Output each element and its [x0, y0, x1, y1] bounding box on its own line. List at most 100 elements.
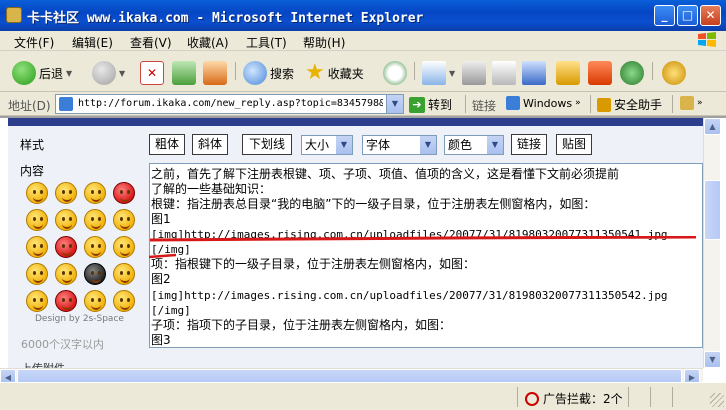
smiley-icon[interactable]	[55, 263, 77, 285]
messenger-icon	[620, 61, 644, 85]
print-button[interactable]	[462, 60, 486, 86]
close-button[interactable]: ✕	[700, 5, 721, 26]
size-select[interactable]: 大小 ▼	[301, 135, 353, 155]
underline-button[interactable]: 下划线	[242, 134, 292, 155]
refresh-button[interactable]	[172, 60, 196, 86]
safety-assistant-button[interactable]: 安全助手	[597, 96, 662, 113]
menu-edit[interactable]: 编辑(E)	[72, 34, 113, 51]
smiley-icon[interactable]	[26, 236, 48, 258]
download-button[interactable]	[588, 60, 612, 86]
edit-button[interactable]	[492, 60, 516, 86]
address-dropdown-icon[interactable]: ▼	[386, 95, 403, 113]
editor-line: 图3	[151, 333, 171, 347]
discuss-button[interactable]	[522, 60, 546, 86]
toolbar-separator	[652, 62, 653, 80]
chevron-down-icon: ▼	[449, 68, 456, 78]
mail-button[interactable]: ▼	[422, 60, 455, 86]
smiley-icon[interactable]	[55, 236, 77, 258]
bold-button[interactable]: 粗体	[149, 134, 185, 155]
go-button[interactable]: ➔ 转到	[409, 96, 452, 113]
forward-button[interactable]: ▼	[92, 60, 125, 86]
smiley-icon[interactable]	[55, 290, 77, 312]
lion-icon	[662, 61, 686, 85]
home-icon	[203, 61, 227, 85]
smiley-icon[interactable]	[55, 182, 77, 204]
red-underline-annotation	[149, 236, 697, 242]
content-textarea[interactable]: 之前，首先了解下注册表根键、项、子项、项值、值项的含义，这是看懂下文前必须提前 …	[149, 163, 703, 348]
font-select[interactable]: 字体 ▼	[362, 135, 437, 155]
address-input[interactable]: http://forum.ikaka.com/new_reply.asp?top…	[55, 94, 404, 114]
paste-image-button[interactable]: 贴图	[556, 134, 592, 155]
minimize-button[interactable]: _	[654, 5, 675, 26]
smiley-icon[interactable]	[113, 290, 135, 312]
home-button[interactable]	[203, 60, 227, 86]
url-text[interactable]: http://forum.ikaka.com/new_reply.asp?top…	[78, 98, 383, 109]
chevrons-icon: »	[575, 98, 581, 108]
status-separator	[628, 387, 629, 407]
smiley-icon[interactable]	[84, 209, 106, 231]
chevron-down-icon: ▼	[119, 68, 126, 78]
smiley-icon[interactable]	[84, 263, 106, 285]
toolbar-separator	[414, 62, 415, 80]
popup-blocker-status[interactable]: 广告拦截：2个	[525, 390, 623, 407]
smiley-icon[interactable]	[113, 236, 135, 258]
search-button[interactable]: 搜索	[243, 60, 294, 86]
rising-button[interactable]	[662, 60, 686, 86]
scroll-thumb[interactable]	[704, 180, 721, 240]
status-separator	[517, 387, 518, 407]
forward-arrow-icon	[92, 61, 116, 85]
smiley-icon[interactable]	[84, 236, 106, 258]
editor-line: 项：指根键下的一级子目录，位于注册表左侧窗格内，如图：	[151, 257, 476, 271]
smiley-icon[interactable]	[26, 182, 48, 204]
media-play-icon	[556, 61, 580, 85]
toolbar-app-icon	[680, 96, 694, 110]
smiley-icon[interactable]	[113, 182, 135, 204]
stop-button[interactable]: ✕	[140, 60, 164, 86]
vertical-scrollbar[interactable]: ▲ ▼	[703, 118, 721, 368]
print-icon	[462, 61, 486, 85]
menu-help[interactable]: 帮助(H)	[303, 34, 345, 51]
attachment-label: 上传附件	[21, 360, 65, 368]
link-button[interactable]: 链接	[511, 134, 547, 155]
color-select[interactable]: 颜色 ▼	[444, 135, 504, 155]
menu-favorites[interactable]: 收藏(A)	[187, 34, 229, 51]
chevron-down-icon: ▼	[336, 136, 352, 154]
editor-line: 图2	[151, 272, 171, 286]
link-windows[interactable]: Windows »	[506, 96, 581, 110]
scroll-down-icon[interactable]: ▼	[704, 351, 721, 368]
italic-button[interactable]: 斜体	[192, 134, 228, 155]
smiley-icon[interactable]	[26, 290, 48, 312]
smiley-icon[interactable]	[26, 263, 48, 285]
smiley-icon[interactable]	[113, 209, 135, 231]
discuss-icon	[522, 61, 546, 85]
smiley-icon[interactable]	[84, 290, 106, 312]
menu-file[interactable]: 文件(F)	[14, 34, 54, 51]
smiley-icon[interactable]	[26, 209, 48, 231]
smiley-icon[interactable]	[55, 209, 77, 231]
editor-line: [/img]	[151, 304, 191, 317]
form-header-strip	[8, 118, 703, 126]
smiley-icon[interactable]	[113, 263, 135, 285]
favorites-button[interactable]: ★ 收藏夹	[305, 60, 364, 86]
address-separator	[465, 95, 466, 113]
chevron-down-icon: ▼	[420, 136, 436, 154]
app-icon	[6, 7, 22, 23]
maximize-button[interactable]: □	[677, 5, 698, 26]
messenger-button[interactable]	[620, 60, 644, 86]
editor-line: 之前，首先了解下注册表根键、项、子项、项值、值项的含义，这是看懂下文前必须提前	[151, 167, 620, 181]
back-button[interactable]: 后退 ▼	[12, 60, 72, 86]
title-bar[interactable]: 卡卡社区 www.ikaka.com - Microsoft Internet …	[0, 0, 726, 31]
smiley-icon[interactable]	[84, 182, 106, 204]
design-credit: Design by 2s-Space	[35, 314, 124, 324]
media-button[interactable]	[556, 60, 580, 86]
extra-toolbar-button[interactable]: »	[680, 96, 703, 110]
menu-bar: 文件(F) 编辑(E) 查看(V) 收藏(A) 工具(T) 帮助(H)	[0, 31, 726, 51]
resize-grip-icon[interactable]	[710, 393, 724, 407]
page-icon	[506, 96, 520, 110]
scroll-up-icon[interactable]: ▲	[704, 118, 721, 135]
emoticon-panel	[26, 182, 142, 317]
menu-tools[interactable]: 工具(T)	[246, 34, 287, 51]
menu-view[interactable]: 查看(V)	[130, 34, 172, 51]
history-button[interactable]	[383, 60, 407, 86]
status-separator	[672, 387, 673, 407]
